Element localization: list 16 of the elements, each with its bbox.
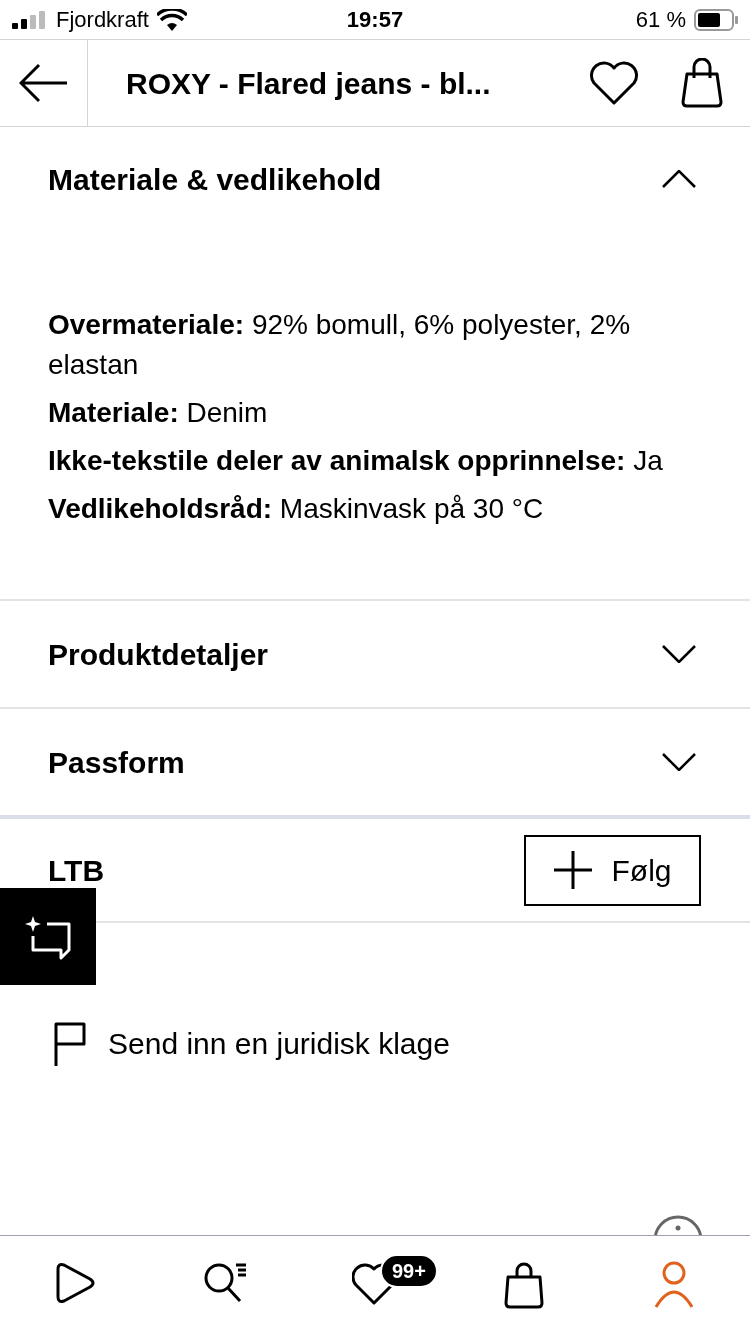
follow-button[interactable]: Følg bbox=[524, 834, 701, 906]
material-detail-text: Overmateriale: 92% bomull, 6% polyester, 2% elastan bbox=[48, 308, 632, 382]
battery-percentage: 61 % bbox=[635, 6, 686, 34]
material-detail-text: Materiale: Denim bbox=[48, 396, 269, 430]
accordion-header[interactable]: Materiale & vedlikehold bbox=[0, 127, 750, 231]
clock-time: 19:57 bbox=[346, 6, 404, 34]
nav-tab[interactable]: 99+ bbox=[300, 1250, 450, 1320]
count-badge: 99+ bbox=[380, 1254, 438, 1288]
material-detail-text: Ikke-tekstile deler av animalsk opprinnelse: Ja bbox=[48, 444, 664, 478]
carrier-name: Fjordkraft bbox=[56, 6, 149, 34]
material-detail-text: Vedlikeholdsråd: Maskinvask på 30 °C bbox=[48, 492, 545, 526]
legal-complaint-link[interactable]: Send inn en juridisk klage bbox=[52, 1021, 450, 1066]
accordion-header[interactable]: Produktdetaljer bbox=[0, 601, 750, 707]
brand-name: LTB bbox=[48, 852, 105, 889]
product-title: ROXY - Flared jeans - bl... bbox=[126, 65, 492, 102]
accordion-header[interactable]: Passform bbox=[0, 709, 750, 815]
